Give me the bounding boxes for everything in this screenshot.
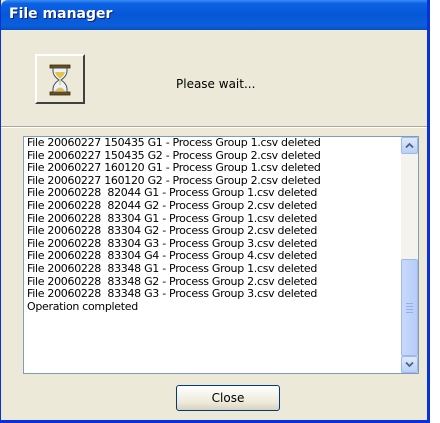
vertical-scrollbar[interactable] [401,137,418,373]
log-lines: File 20060227 150435 G1 - Process Group … [27,137,400,313]
status-icon-frame [35,54,85,104]
hourglass-icon [49,64,71,96]
log-line: File 20060227 160120 G1 - Process Group … [27,161,321,175]
scroll-thumb[interactable] [401,259,418,356]
file-manager-window: File manager Please wait... File 2006022… [0,0,430,423]
scroll-up-button[interactable] [401,137,418,154]
scroll-grip-line [406,312,413,313]
log-line: File 20060228 83304 G2 - Process Group 2… [27,224,318,238]
scroll-grip-line [406,306,413,307]
log-listbox[interactable]: File 20060227 150435 G1 - Process Group … [23,136,419,374]
separator [1,126,427,128]
scroll-grip-line [406,303,413,304]
log-line: Operation completed [27,299,138,313]
wait-message: Please wait... [176,77,256,91]
title-bar[interactable]: File manager [1,0,427,30]
chevron-up-icon [405,142,414,149]
chevron-down-icon [405,361,414,368]
log-line: File 20060228 83348 G1 - Process Group 1… [27,261,318,275]
scroll-down-button[interactable] [401,356,418,373]
log-line: File 20060227 150435 G1 - Process Group … [27,136,321,149]
log-line: File 20060228 82044 G2 - Process Group 2… [27,198,318,212]
close-button[interactable]: Close [176,385,280,411]
window-title: File manager [9,6,113,22]
scroll-grip-line [406,309,413,310]
log-line: File 20060228 83348 G3 - Process Group 3… [27,287,318,301]
